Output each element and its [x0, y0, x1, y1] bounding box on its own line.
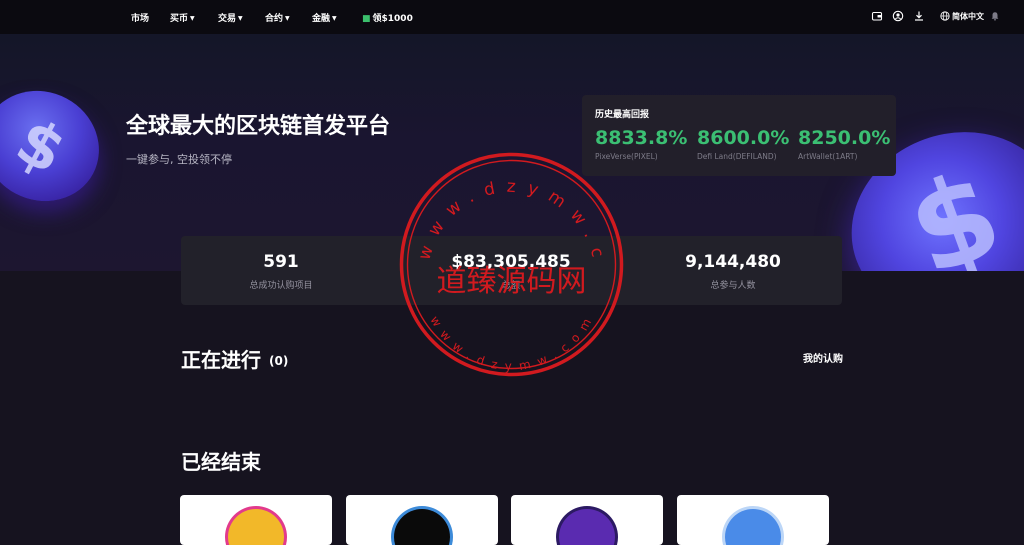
ongoing-count: (0) [269, 354, 289, 368]
return-value: 8250.0% [798, 127, 891, 149]
stat-value: 591 [263, 252, 299, 272]
chevron-down-icon: ▼ [190, 15, 195, 22]
watermark-ring-text-bottom: www.dzymw.com [427, 309, 589, 373]
project-logo [394, 509, 450, 545]
return-project: Defi Land(DEFILAND) [697, 152, 777, 161]
download-icon[interactable] [913, 10, 925, 22]
promo-label: 领$1000 [372, 14, 413, 24]
return-item[interactable]: 8250.0% ArtWallet(1ART) [798, 127, 890, 161]
project-logo [228, 509, 284, 545]
chevron-down-icon: ▼ [285, 15, 290, 22]
ongoing-section-title: 正在进行 (0) [181, 344, 288, 373]
project-logo [725, 509, 781, 545]
chevron-down-icon: ▼ [238, 15, 243, 22]
chevron-down-icon: ▼ [332, 15, 337, 22]
return-project: ArtWallet(1ART) [798, 152, 858, 161]
globe-icon [940, 11, 950, 21]
stat-label: 总额 [501, 281, 520, 291]
ended-section-title: 已经结束 [181, 450, 261, 474]
section-title: 正在进行 [181, 348, 261, 372]
returns-title: 历史最高回报 [595, 110, 650, 120]
bell-icon[interactable] [990, 10, 1000, 22]
project-card[interactable] [180, 495, 332, 545]
nav-item-label: 交易 [218, 14, 237, 24]
nav-item-futures[interactable]: 合约 ▼ [265, 11, 290, 24]
gift-icon: ■ [362, 14, 371, 24]
project-card[interactable] [677, 495, 829, 545]
language-label: 简体中文 [952, 12, 984, 21]
nav-item-label: 市场 [131, 14, 150, 24]
stat-label: 总成功认购项目 [249, 281, 313, 291]
dollar-icon: $ [4, 103, 78, 189]
stat-item: 9,144,480 总参与人数 [633, 252, 833, 291]
page-title: 全球最大的区块链首发平台 [126, 114, 391, 139]
return-value: 8833.8% [595, 127, 688, 149]
return-item[interactable]: 8833.8% PixeVerse(PIXEL) [595, 127, 687, 161]
return-value: 8600.0% [697, 127, 790, 149]
stat-value: $83,305,485 [451, 252, 571, 272]
language-selector[interactable]: 简体中文 [940, 11, 984, 22]
stat-item: $83,305,485 总额 [411, 252, 611, 291]
highest-returns-card: 历史最高回报 8833.8% PixeVerse(PIXEL) 8600.0% … [582, 95, 896, 176]
project-card[interactable] [346, 495, 498, 545]
stat-label: 总参与人数 [710, 281, 756, 291]
top-navbar: 市场 买币 ▼ 交易 ▼ 合约 ▼ 金融 ▼ ■ 领$1000 简体中文 [0, 0, 1024, 34]
project-logo [559, 509, 615, 545]
nav-item-label: 买币 [170, 14, 189, 24]
page-subtitle: 一键参与, 空投领不停 [126, 153, 232, 166]
return-project: PixeVerse(PIXEL) [595, 152, 658, 161]
nav-item-label: 金融 [312, 14, 331, 24]
user-icon[interactable] [892, 10, 904, 22]
stat-value: 9,144,480 [685, 252, 781, 272]
nav-item-market[interactable]: 市场 [131, 11, 149, 24]
stat-item: 591 总成功认购项目 [181, 252, 381, 291]
nav-item-finance[interactable]: 金融 ▼ [312, 11, 337, 24]
coin-illustration: $ [0, 70, 119, 222]
svg-text:www.dzymw.com: www.dzymw.com [427, 309, 597, 373]
project-card[interactable] [511, 495, 663, 545]
stats-panel: 591 总成功认购项目 $83,305,485 总额 9,144,480 总参与… [181, 236, 842, 305]
return-item[interactable]: 8600.0% Defi Land(DEFILAND) [697, 127, 789, 161]
wallet-icon[interactable] [871, 10, 883, 22]
my-subscriptions-link[interactable]: 我的认购 [803, 350, 843, 365]
promo-link[interactable]: ■ 领$1000 [362, 11, 413, 24]
nav-item-trade[interactable]: 交易 ▼ [218, 11, 243, 24]
nav-item-label: 合约 [265, 14, 284, 24]
nav-item-buy-crypto[interactable]: 买币 ▼ [170, 11, 195, 24]
